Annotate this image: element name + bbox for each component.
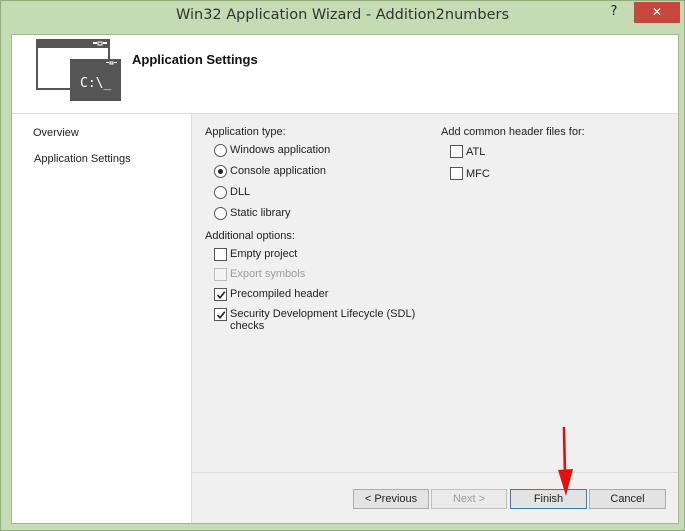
wizard-window: Win32 Application Wizard - Addition2numb… xyxy=(0,0,685,531)
checkbox-sdl-checks[interactable] xyxy=(214,308,227,321)
dll-label[interactable]: DLL xyxy=(230,186,250,198)
checkbox-export-symbols xyxy=(214,268,227,281)
nav-item-overview[interactable]: Overview xyxy=(33,127,79,139)
previous-button[interactable]: < Previous xyxy=(353,489,429,509)
nav-item-label: Overview xyxy=(33,127,79,139)
help-button[interactable]: ? xyxy=(599,3,629,23)
console-application-label[interactable]: Console application xyxy=(230,165,326,177)
nav-item-application-settings[interactable]: Application Settings xyxy=(32,152,133,166)
additional-options-label: Additional options: xyxy=(205,230,295,242)
radio-dll[interactable] xyxy=(214,186,227,199)
red-arrow-annotation xyxy=(558,426,573,496)
radio-static-library[interactable] xyxy=(214,207,227,220)
console-window-icon: C:\_ xyxy=(36,39,121,101)
checkbox-mfc[interactable] xyxy=(450,167,463,180)
checkmark-icon xyxy=(216,291,226,300)
static-library-label[interactable]: Static library xyxy=(230,207,291,219)
radio-console-application[interactable] xyxy=(214,165,227,178)
title-bar[interactable]: Win32 Application Wizard - Addition2numb… xyxy=(1,1,684,33)
close-icon: ✕ xyxy=(651,5,663,19)
button-separator xyxy=(192,472,678,473)
close-button[interactable]: ✕ xyxy=(634,2,680,23)
wizard-navigation: Overview Application Settings xyxy=(12,114,192,523)
checkmark-icon xyxy=(216,311,226,320)
mfc-label[interactable]: MFC xyxy=(466,168,490,180)
checkbox-atl[interactable] xyxy=(450,145,463,158)
wizard-client-area: C:\_ Application Settings Overview Appli… xyxy=(11,34,679,524)
precompiled-header-label[interactable]: Precompiled header xyxy=(230,288,328,300)
checkbox-precompiled-header[interactable] xyxy=(214,288,227,301)
window-title: Win32 Application Wizard - Addition2numb… xyxy=(175,7,510,23)
cancel-button[interactable]: Cancel xyxy=(589,489,666,509)
application-type-label: Application type: xyxy=(205,126,286,138)
windows-application-label[interactable]: Windows application xyxy=(230,144,330,156)
header-files-label: Add common header files for: xyxy=(441,126,585,138)
sdl-checks-label-line2[interactable]: checks xyxy=(230,320,264,332)
radio-windows-application[interactable] xyxy=(214,144,227,157)
console-prompt-text: C:\_ xyxy=(80,76,111,91)
wizard-header: C:\_ Application Settings xyxy=(12,35,678,114)
sdl-checks-label[interactable]: Security Development Lifecycle (SDL) xyxy=(230,308,415,320)
checkbox-empty-project[interactable] xyxy=(214,248,227,261)
atl-label[interactable]: ATL xyxy=(466,146,485,158)
export-symbols-label: Export symbols xyxy=(230,268,306,280)
empty-project-label[interactable]: Empty project xyxy=(230,248,297,260)
nav-item-label: Application Settings xyxy=(34,153,131,165)
next-button: Next > xyxy=(431,489,507,509)
page-title: Application Settings xyxy=(132,52,258,67)
help-icon: ? xyxy=(610,4,618,19)
